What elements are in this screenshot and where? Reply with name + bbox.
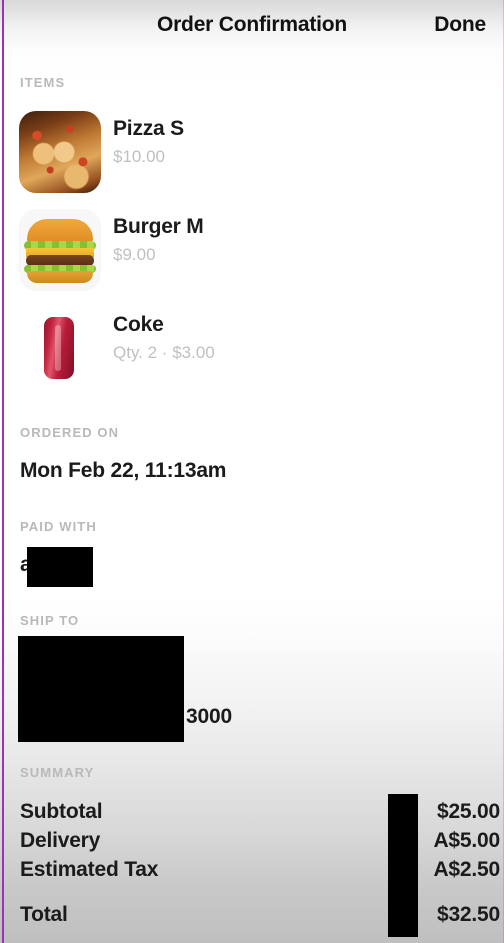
page-title: Order Confirmation	[156, 13, 348, 36]
item-name: Pizza S	[113, 117, 184, 140]
ship-to-redaction-box	[18, 636, 184, 742]
items-section-label: ITEMS	[20, 75, 66, 90]
summary-total-label: Total	[20, 903, 68, 926]
item-detail: $10.00	[113, 147, 165, 166]
summary-redaction-box	[388, 794, 418, 937]
ship-to-postcode: 3000	[186, 705, 232, 728]
item-text-block: Coke Qty. 2 · $3.00	[113, 312, 215, 365]
summary-rows: Subtotal $25.00 Delivery A$5.00 Estimate…	[0, 800, 504, 932]
table-row: Subtotal $25.00	[0, 800, 504, 829]
item-text-block: Pizza S $10.00	[113, 116, 184, 169]
burger-photo-icon	[19, 209, 101, 291]
done-button[interactable]: Done	[434, 13, 486, 37]
navigation-bar: Order Confirmation Done	[0, 0, 504, 52]
paid-with-section-label: PAID WITH	[20, 519, 97, 534]
table-row-total: Total $32.50	[0, 903, 504, 932]
items-list: Pizza S $10.00 Burger M $9.00 Coke Qty. …	[0, 108, 504, 402]
ordered-on-value: Mon Feb 22, 11:13am	[20, 459, 227, 482]
summary-section-label: SUMMARY	[20, 765, 95, 780]
summary-row-label: Estimated Tax	[20, 858, 159, 881]
item-name: Burger M	[113, 215, 204, 238]
paid-with-redaction-box	[27, 547, 93, 587]
item-text-block: Burger M $9.00	[113, 214, 204, 267]
window-left-edge	[2, 0, 4, 943]
table-row: Delivery A$5.00	[0, 829, 504, 858]
summary-row-label: Delivery	[20, 829, 101, 852]
item-name: Coke	[113, 313, 164, 336]
ordered-on-section-label: ORDERED ON	[20, 425, 120, 440]
table-row: Estimated Tax A$2.50	[0, 858, 504, 887]
summary-total-value: $32.50	[436, 903, 500, 926]
item-detail: $9.00	[113, 245, 156, 264]
coke-can-photo-icon	[19, 307, 101, 389]
summary-row-value: $25.00	[436, 800, 500, 823]
summary-row-value: A$2.50	[433, 858, 500, 881]
summary-row-value: A$5.00	[433, 829, 500, 852]
summary-row-label: Subtotal	[20, 800, 103, 823]
list-item[interactable]: Burger M $9.00	[0, 206, 504, 304]
list-item[interactable]: Coke Qty. 2 · $3.00	[0, 304, 504, 402]
order-confirmation-screen: Order Confirmation Done ITEMS Pizza S $1…	[0, 0, 504, 943]
ship-to-section-label: SHIP TO	[20, 613, 80, 628]
item-detail: Qty. 2 · $3.00	[113, 343, 215, 362]
pizza-photo-icon	[19, 111, 101, 193]
list-item[interactable]: Pizza S $10.00	[0, 108, 504, 206]
